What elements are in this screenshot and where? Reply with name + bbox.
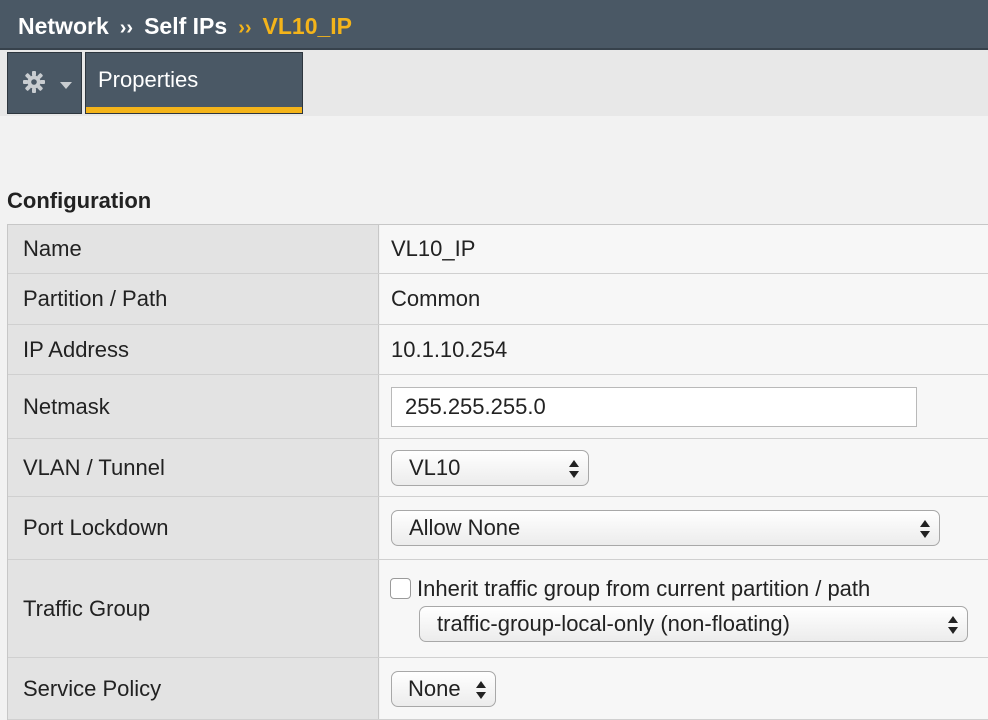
traffic-group-controls: Inherit traffic group from current parti… — [390, 576, 968, 642]
table-row: Port Lockdown Allow None — [8, 497, 988, 560]
netmask-input[interactable]: 255.255.255.0 — [391, 386, 917, 427]
partition-label: Partition / Path — [8, 274, 379, 324]
chevron-down-icon — [60, 82, 72, 89]
breadcrumb-current: VL10_IP — [262, 13, 353, 39]
inherit-traffic-group-row: Inherit traffic group from current parti… — [390, 576, 968, 602]
active-tab-indicator — [86, 107, 302, 113]
vlan-select[interactable]: VL10 — [391, 449, 589, 486]
netmask-label: Netmask — [8, 375, 379, 438]
service-policy-cell: None — [380, 658, 988, 719]
inherit-traffic-group-label[interactable]: Inherit traffic group from current parti… — [417, 576, 870, 602]
traffic-group-label: Traffic Group — [8, 560, 379, 657]
traffic-group-select[interactable]: traffic-group-local-only (non-floating) — [419, 605, 968, 642]
breadcrumb-self-ips[interactable]: Self IPs — [144, 13, 227, 39]
vlan-label: VLAN / Tunnel — [8, 439, 379, 496]
netmask-cell: 255.255.255.0 — [380, 375, 988, 438]
traffic-group-select-value: traffic-group-local-only (non-floating) — [437, 610, 790, 636]
table-row: IP Address 10.1.10.254 — [8, 325, 988, 375]
table-row: Netmask 255.255.255.0 — [8, 375, 988, 439]
vlan-cell: VL10 — [380, 439, 988, 496]
table-row: Partition / Path Common — [8, 274, 988, 325]
ip-address-value: 10.1.10.254 — [380, 325, 988, 374]
header-bar: Network ›› Self IPs ›› VL10_IP — [0, 0, 988, 50]
name-label: Name — [8, 225, 379, 273]
traffic-group-cell: Inherit traffic group from current parti… — [380, 560, 988, 657]
breadcrumb: Network ›› Self IPs ›› VL10_IP — [18, 13, 352, 40]
inherit-traffic-group-checkbox[interactable] — [390, 578, 411, 599]
service-policy-select[interactable]: None — [391, 670, 496, 707]
configuration-table: Name VL10_IP Partition / Path Common IP … — [7, 224, 988, 720]
port-lockdown-cell: Allow None — [380, 497, 988, 559]
table-row: Traffic Group Inherit traffic group from… — [8, 560, 988, 658]
vlan-select-value: VL10 — [409, 454, 461, 480]
table-row: VLAN / Tunnel VL10 — [8, 439, 988, 497]
section-title: Configuration — [7, 188, 152, 213]
breadcrumb-separator: ›› — [119, 17, 134, 39]
table-row: Name VL10_IP — [8, 225, 988, 274]
service-policy-select-value: None — [408, 675, 461, 701]
service-policy-label: Service Policy — [8, 658, 379, 719]
ip-address-label: IP Address — [8, 325, 379, 374]
port-lockdown-select-value: Allow None — [409, 515, 521, 540]
select-arrows-icon — [948, 615, 958, 634]
port-lockdown-label: Port Lockdown — [8, 497, 379, 559]
breadcrumb-network[interactable]: Network — [18, 13, 109, 39]
select-arrows-icon — [569, 459, 579, 478]
tab-properties[interactable]: Properties — [85, 52, 303, 114]
name-value: VL10_IP — [380, 225, 988, 273]
table-row: Service Policy None — [8, 658, 988, 720]
tab-properties-label: Properties — [98, 67, 199, 92]
partition-value: Common — [380, 274, 988, 324]
gear-icon — [23, 71, 45, 93]
settings-menu-button[interactable] — [7, 52, 82, 114]
port-lockdown-select[interactable]: Allow None — [391, 510, 940, 546]
breadcrumb-separator: ›› — [238, 17, 252, 39]
select-arrows-icon — [476, 680, 486, 699]
select-arrows-icon — [920, 520, 930, 538]
